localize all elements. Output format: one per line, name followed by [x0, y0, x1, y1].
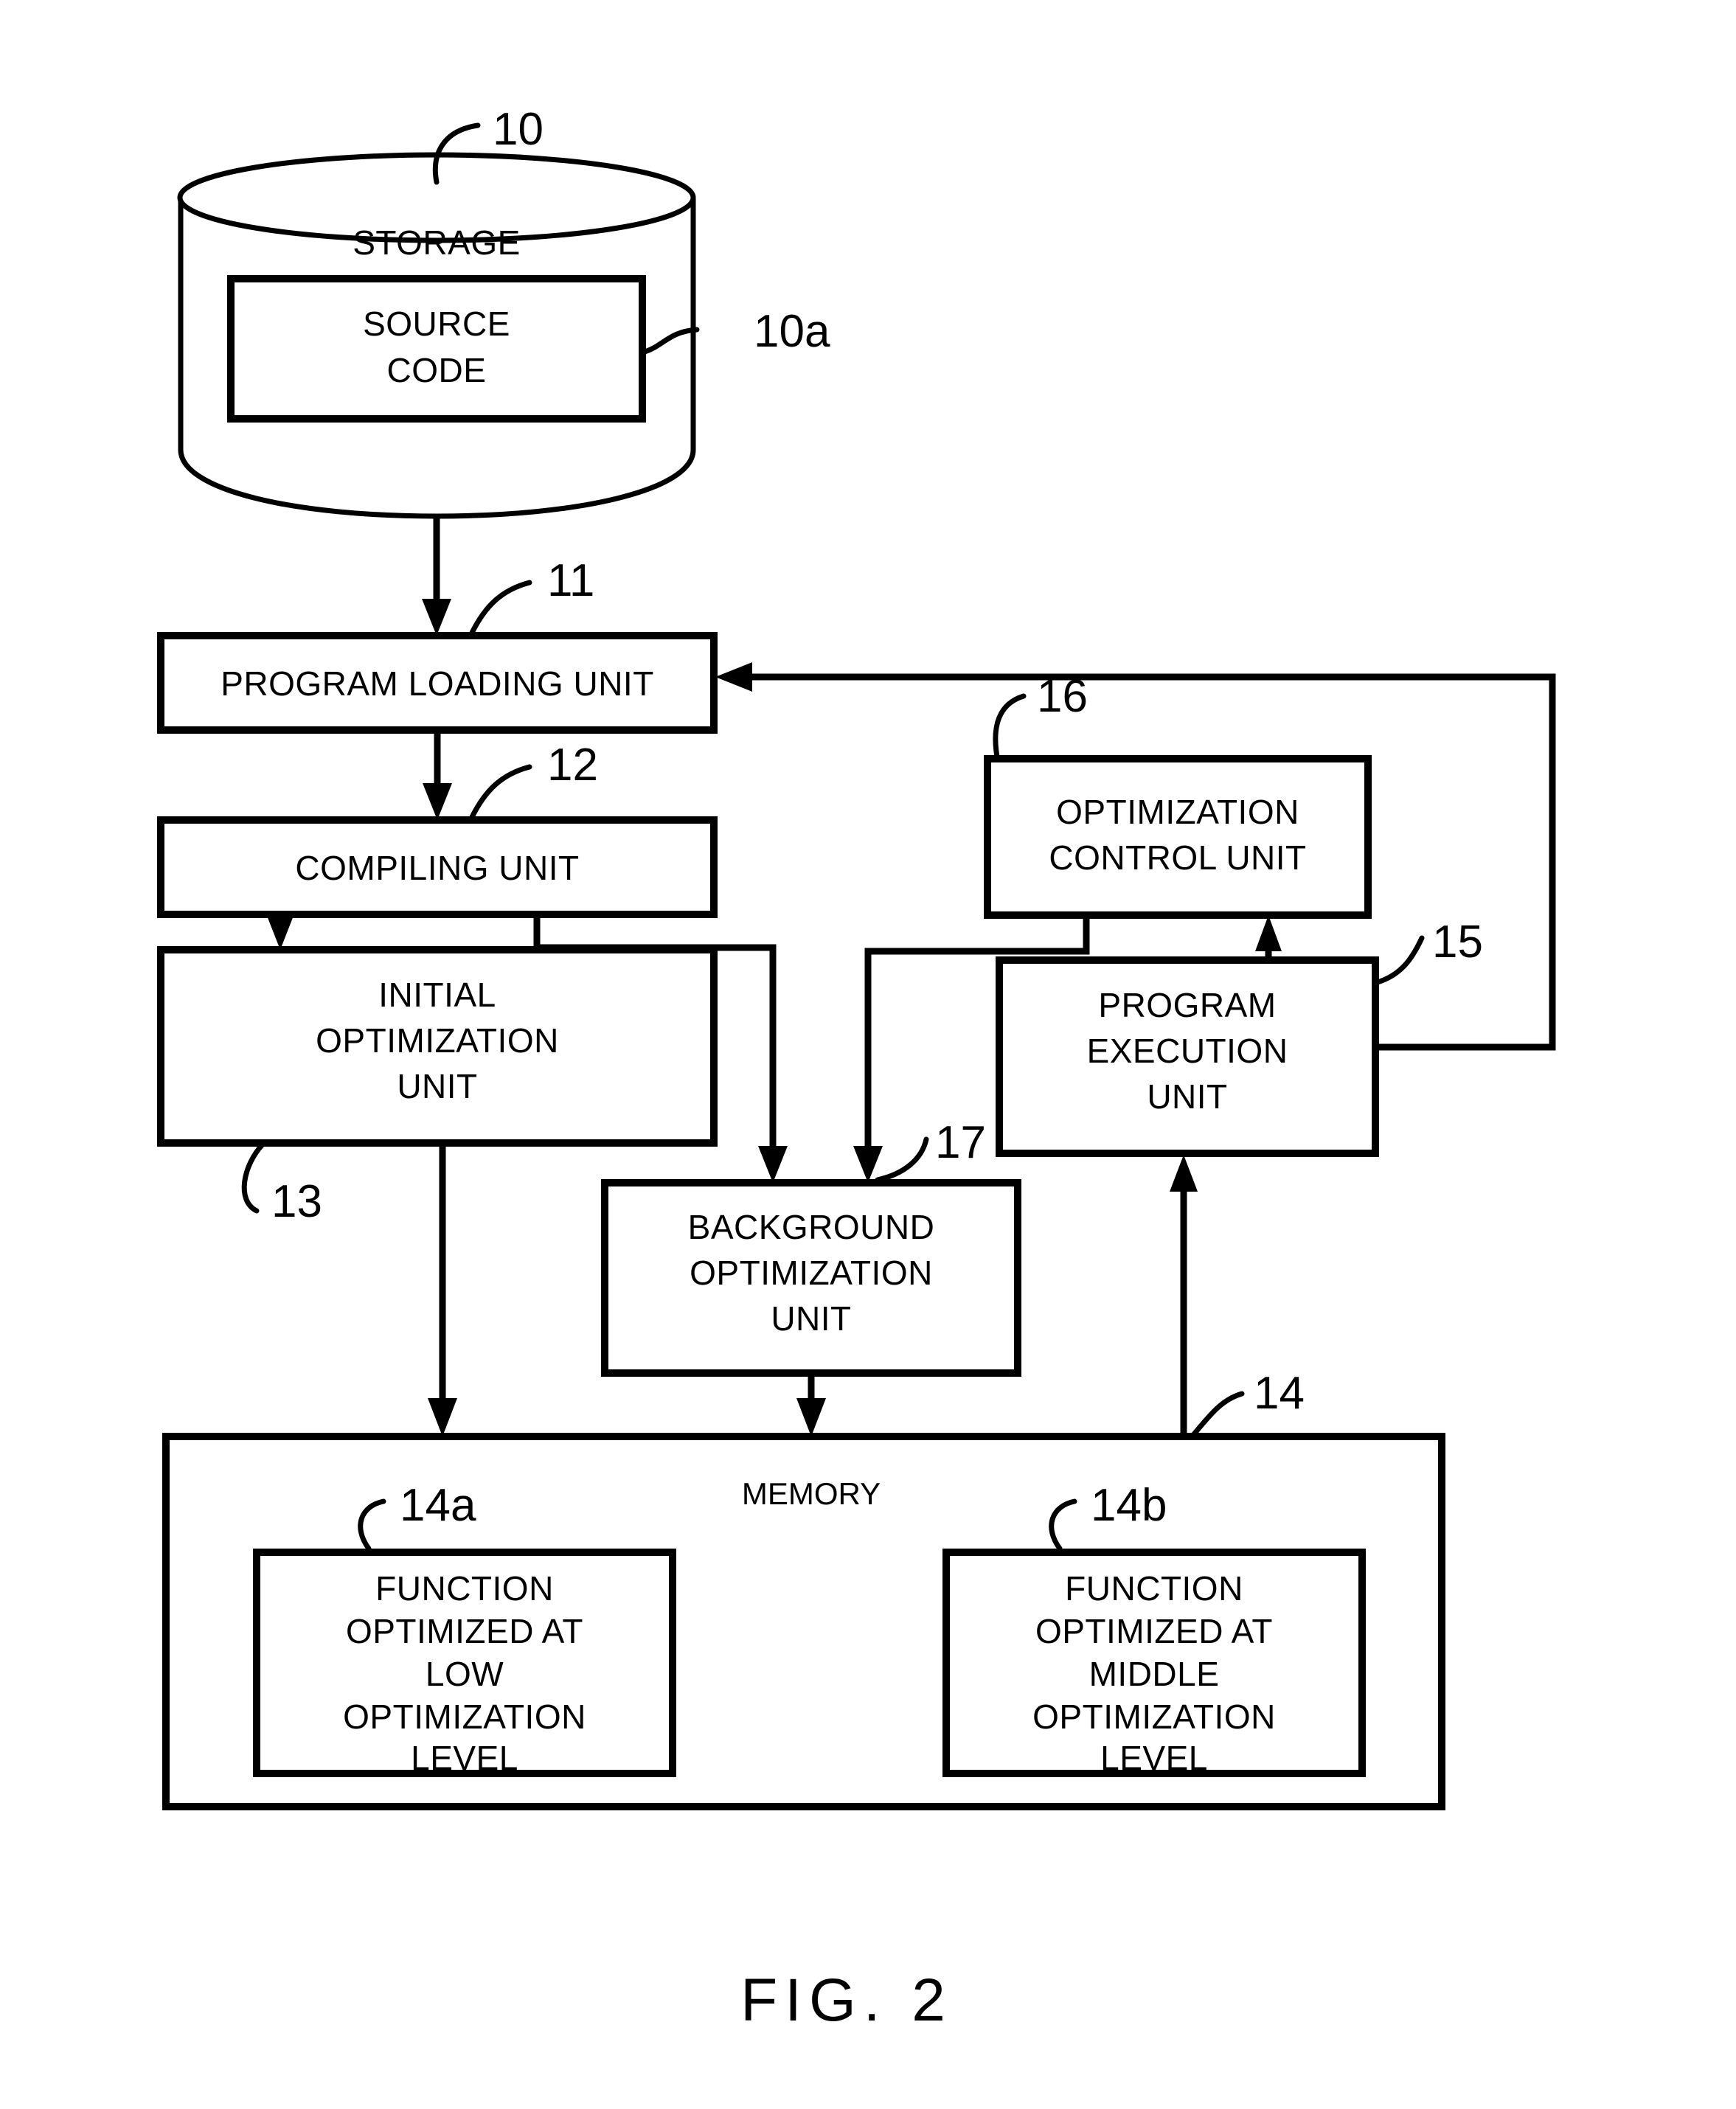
program-exec-line3: UNIT: [1147, 1077, 1227, 1116]
arrow-loading-to-compiling: [423, 730, 452, 820]
function-middle-line1: FUNCTION: [1065, 1569, 1243, 1608]
background-opt-line3: UNIT: [771, 1299, 851, 1338]
function-middle-line3: MIDDLE: [1089, 1655, 1220, 1693]
initial-opt-line2: OPTIMIZATION: [316, 1021, 559, 1060]
ref-10: 10: [493, 104, 544, 155]
arrow-storage-to-loading: [422, 516, 451, 636]
ref-14b: 14b: [1091, 1480, 1167, 1531]
ref-11: 11: [547, 555, 594, 606]
program-loading-unit-label: PROGRAM LOADING UNIT: [221, 664, 654, 703]
leader-line-15: [1375, 935, 1425, 985]
arrow-memory-to-exec: [1170, 1155, 1198, 1436]
leader-line-11: [469, 580, 532, 636]
function-middle-line2: OPTIMIZED AT: [1035, 1612, 1273, 1650]
ref-13: 13: [271, 1176, 322, 1227]
source-code-line1: SOURCE: [363, 305, 510, 343]
leader-line-17: [875, 1136, 929, 1183]
ref-15: 15: [1432, 917, 1483, 967]
arrow-compiling-to-initial-opt: [267, 914, 294, 950]
function-low-line5: LEVEL: [411, 1739, 518, 1777]
ref-14: 14: [1254, 1368, 1305, 1419]
source-code-box: [227, 275, 646, 423]
figure-caption: FIG. 2: [740, 1967, 953, 2034]
compiling-unit-label: COMPILING UNIT: [295, 849, 579, 887]
arrow-exec-to-opt-control: [1255, 915, 1282, 960]
ref-12: 12: [547, 740, 598, 791]
function-middle-line4: OPTIMIZATION: [1032, 1698, 1276, 1736]
opt-control-line2: CONTROL UNIT: [1049, 838, 1306, 877]
source-code-line2: CODE: [387, 351, 487, 389]
leader-line-10a: [639, 327, 700, 355]
memory-label: MEMORY: [742, 1476, 881, 1511]
leader-line-12: [469, 764, 532, 820]
background-opt-line2: OPTIMIZATION: [690, 1254, 933, 1292]
function-low-line2: OPTIMIZED AT: [346, 1612, 583, 1650]
program-exec-line1: PROGRAM: [1098, 986, 1276, 1024]
ref-14a: 14a: [400, 1480, 476, 1531]
program-exec-line2: EXECUTION: [1087, 1032, 1288, 1070]
leader-line-13: [241, 1142, 265, 1214]
leader-line-16: [993, 693, 1027, 760]
arrow-initial-opt-to-memory: [428, 1143, 457, 1436]
optimization-control-unit-box: [984, 755, 1372, 919]
arrow-background-opt-to-memory: [796, 1373, 826, 1436]
background-opt-line1: BACKGROUND: [688, 1208, 935, 1246]
initial-opt-line3: UNIT: [397, 1067, 477, 1105]
function-low-line4: OPTIMIZATION: [343, 1698, 586, 1736]
function-middle-line5: LEVEL: [1100, 1739, 1208, 1777]
storage-label: STORAGE: [353, 223, 521, 262]
function-low-line1: FUNCTION: [375, 1569, 554, 1608]
opt-control-line1: OPTIMIZATION: [1056, 793, 1299, 831]
ref-10a: 10a: [754, 306, 830, 357]
function-low-line3: LOW: [426, 1655, 504, 1693]
leader-line-14: [1190, 1391, 1245, 1438]
figure-canvas: STORAGE SOURCE CODE 10 10a PROGRAM LOADI…: [157, 104, 1556, 2034]
patent-figure-page: STORAGE SOURCE CODE 10 10a PROGRAM LOADI…: [0, 0, 1736, 2109]
ref-17: 17: [935, 1117, 986, 1168]
initial-opt-line1: INITIAL: [378, 976, 496, 1014]
